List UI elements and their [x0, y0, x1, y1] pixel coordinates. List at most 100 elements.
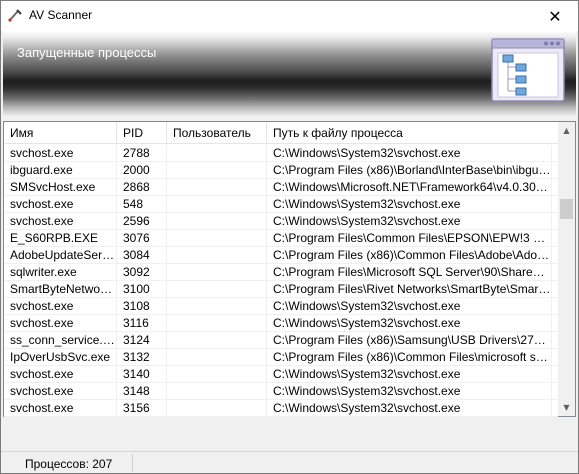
chevron-up-icon: ▲: [563, 126, 570, 135]
close-icon: ✕: [548, 6, 562, 26]
process-path-cell: C:\Windows\System32\svchost.exe: [267, 213, 552, 230]
user-cell: [167, 332, 267, 349]
pid-cell: 548: [117, 196, 167, 213]
process-path-cell: C:\Windows\System32\svchost.exe: [267, 145, 552, 162]
pid-cell: 2000: [117, 162, 167, 179]
process-path-cell: C:\Program Files\Rivet Networks\SmartByt…: [267, 281, 552, 298]
process-path-cell: C:\Program Files\Common Files\EPSON\EPW!…: [267, 230, 552, 247]
process-path-cell: C:\Windows\System32\svchost.exe: [267, 315, 552, 332]
user-cell: [167, 145, 267, 162]
process-name-cell: ss_conn_service.exe: [4, 332, 117, 349]
process-name-cell: AdobeUpdateServi...: [4, 247, 117, 264]
title-bar[interactable]: AV Scanner ✕: [1, 1, 578, 31]
process-path-cell: C:\Windows\System32\svchost.exe: [267, 400, 552, 417]
table-row[interactable]: IpOverUsbSvc.exe 3132 C:\Program Files (x8…: [4, 349, 558, 366]
user-cell: [167, 281, 267, 298]
table-row[interactable]: svchost.exe 3116 C:\Windows\System32\svcho…: [4, 315, 558, 332]
table-row[interactable]: ss_conn_service.exe 3124 C:\Program Files …: [4, 332, 558, 349]
chevron-down-icon: ▼: [563, 403, 570, 412]
user-cell: [167, 264, 267, 281]
scroll-thumb[interactable]: [560, 199, 573, 219]
table-row[interactable]: svchost.exe 3108 C:\Windows\System32\svcho…: [4, 298, 558, 315]
pid-cell: 3148: [117, 383, 167, 400]
process-path-cell: C:\Program Files\Microsoft SQL Server\90…: [267, 264, 552, 281]
process-name-cell: SmartByteNetwork...: [4, 281, 117, 298]
table-row[interactable]: svchost.exe 548 C:\Windows\System32\svchos…: [4, 196, 558, 213]
scroll-up-button[interactable]: ▲: [558, 122, 575, 139]
scroll-down-button[interactable]: ▼: [558, 399, 575, 416]
process-path-cell: C:\Windows\Microsoft.NET\Framework64\v4.…: [267, 179, 552, 196]
table-row[interactable]: ibguard.exe 2000 C:\Program Files (x86)\Bo…: [4, 162, 558, 179]
user-cell: [167, 315, 267, 332]
process-name-cell: svchost.exe: [4, 196, 117, 213]
process-path-cell: C:\Program Files (x86)\Common Files\micr…: [267, 349, 552, 366]
user-cell: [167, 366, 267, 383]
process-count: Процессов: 207: [25, 457, 113, 471]
table-row[interactable]: SmartByteNetwork... 3100 C:\Program Files\…: [4, 281, 558, 298]
process-name-cell: IpOverUsbSvc.exe: [4, 349, 117, 366]
table-row[interactable]: svchost.exe 3140 C:\Windows\System32\svcho…: [4, 366, 558, 383]
process-path-cell: C:\Windows\System32\svchost.exe: [267, 298, 552, 315]
column-header-user[interactable]: Пользователь: [167, 122, 267, 144]
table-row[interactable]: svchost.exe 2596 C:\Windows\System32\svcho…: [4, 213, 558, 230]
table-row[interactable]: SMSvcHost.exe 2868 C:\Windows\Microsoft.NE…: [4, 179, 558, 196]
close-button[interactable]: ✕: [532, 1, 578, 31]
process-name-cell: sqlwriter.exe: [4, 264, 117, 281]
user-cell: [167, 383, 267, 400]
process-name-cell: svchost.exe: [4, 298, 117, 315]
process-name-cell: svchost.exe: [4, 400, 117, 417]
user-cell: [167, 179, 267, 196]
user-cell: [167, 196, 267, 213]
table-row[interactable]: svchost.exe 3148 C:\Windows\System32\svcho…: [4, 383, 558, 400]
list-header: Имя PID Пользователь Путь к файлу процес…: [4, 122, 558, 144]
status-panel: Процессов: 207: [3, 454, 133, 472]
pid-cell: 2788: [117, 145, 167, 162]
user-cell: [167, 349, 267, 366]
status-bar: Процессов: 207: [1, 451, 578, 473]
process-name-cell: E_S60RPB.EXE: [4, 230, 117, 247]
column-header-name[interactable]: Имя: [4, 122, 117, 144]
table-row[interactable]: sqlwriter.exe 3092 C:\Program Files\Micros…: [4, 264, 558, 281]
process-path-cell: C:\Windows\System32\svchost.exe: [267, 196, 552, 213]
column-header-path[interactable]: Путь к файлу процесса: [267, 122, 558, 144]
main-window: AV Scanner ✕ Запущенные процессы Имя PID…: [0, 0, 579, 474]
process-name-cell: svchost.exe: [4, 145, 117, 162]
table-row[interactable]: E_S60RPB.EXE 3076 C:\Program Files\Common …: [4, 230, 558, 247]
process-name-cell: svchost.exe: [4, 213, 117, 230]
pid-cell: 2596: [117, 213, 167, 230]
process-path-cell: C:\Program Files (x86)\Samsung\USB Drive…: [267, 332, 552, 349]
table-row[interactable]: svchost.exe 3156 C:\Windows\System32\svcho…: [4, 400, 558, 417]
process-path-cell: C:\Program Files (x86)\Borland\InterBase…: [267, 162, 552, 179]
pid-cell: 3132: [117, 349, 167, 366]
pid-cell: 3092: [117, 264, 167, 281]
process-path-cell: C:\Windows\System32\svchost.exe: [267, 366, 552, 383]
process-name-cell: svchost.exe: [4, 315, 117, 332]
process-name-cell: SMSvcHost.exe: [4, 179, 117, 196]
table-row[interactable]: svchost.exe 2788 C:\Windows\System32\svcho…: [4, 145, 558, 162]
scanner-tool-icon: [7, 7, 23, 23]
process-list[interactable]: Имя PID Пользователь Путь к файлу процес…: [3, 121, 576, 417]
pid-cell: 3076: [117, 230, 167, 247]
pid-cell: 3084: [117, 247, 167, 264]
window-title: AV Scanner: [29, 8, 93, 22]
pid-cell: 3140: [117, 366, 167, 383]
pid-cell: 2868: [117, 179, 167, 196]
process-path-cell: C:\Windows\System32\svchost.exe: [267, 383, 552, 400]
user-cell: [167, 247, 267, 264]
process-name-cell: svchost.exe: [4, 383, 117, 400]
user-cell: [167, 230, 267, 247]
user-cell: [167, 213, 267, 230]
pid-cell: 3108: [117, 298, 167, 315]
column-header-pid[interactable]: PID: [117, 122, 167, 144]
banner-title: Запущенные процессы: [17, 45, 157, 60]
process-name-cell: svchost.exe: [4, 366, 117, 383]
pid-cell: 3156: [117, 400, 167, 417]
header-banner: Запущенные процессы: [3, 31, 576, 117]
vertical-scrollbar[interactable]: ▲ ▼: [558, 122, 575, 416]
table-row[interactable]: AdobeUpdateServi... 3084 C:\Program Files …: [4, 247, 558, 264]
pid-cell: 3116: [117, 315, 167, 332]
list-rows: svchost.exe 2788 C:\Windows\System32\svcho…: [4, 145, 558, 417]
user-cell: [167, 298, 267, 315]
user-cell: [167, 162, 267, 179]
user-cell: [167, 400, 267, 417]
